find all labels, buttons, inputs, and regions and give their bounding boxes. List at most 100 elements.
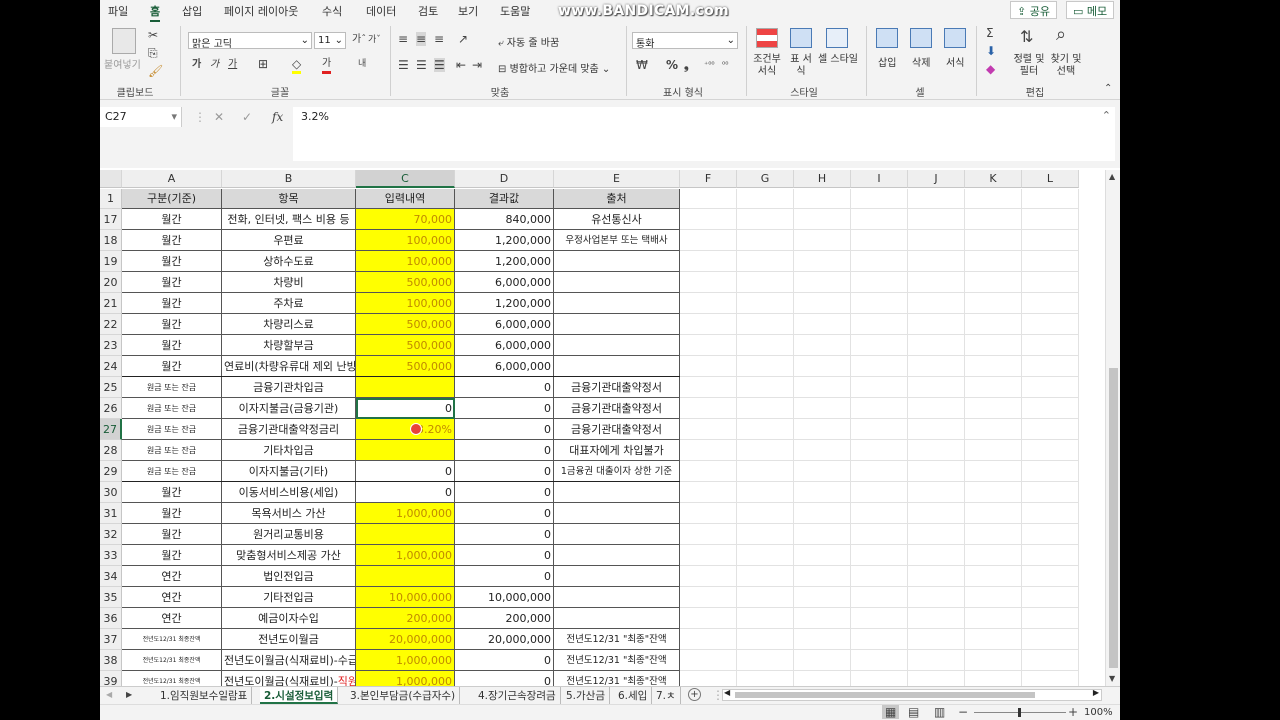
align-right-icon[interactable]: ☰ [434,58,445,72]
category-cell[interactable]: 월간 [122,251,222,272]
empty-cell[interactable] [1022,524,1079,545]
source-cell[interactable] [554,272,680,293]
delete-cells-label[interactable]: 삭제 [912,54,930,69]
input-cell[interactable]: 1,000,000 [356,671,455,686]
row-header[interactable]: 35 [100,587,122,608]
empty-cell[interactable] [965,377,1022,398]
empty-cell[interactable] [851,650,908,671]
wrap-text-button[interactable]: ⤶ 자동 줄 바꿈 [498,34,559,49]
empty-cell[interactable] [680,230,737,251]
item-cell[interactable]: 주차료 [222,293,356,314]
empty-cell[interactable] [851,272,908,293]
empty-cell[interactable] [851,503,908,524]
source-cell[interactable]: 금융기관대출약정서 [554,377,680,398]
input-cell[interactable]: 1,000,000 [356,503,455,524]
zoom-slider-thumb[interactable] [1018,708,1021,717]
empty-cell[interactable] [680,566,737,587]
enter-icon[interactable]: ✓ [242,110,252,124]
empty-cell[interactable] [794,524,851,545]
empty-cell[interactable] [851,482,908,503]
item-cell[interactable]: 기타차입금 [222,440,356,461]
empty-cell[interactable] [1022,482,1079,503]
empty-cell[interactable] [794,209,851,230]
increase-font-icon[interactable]: 가ˆ [352,33,366,47]
name-box[interactable]: C27 ▾ [100,107,182,127]
autosum-icon[interactable]: Σ [986,26,994,40]
item-cell[interactable]: 법인전입금 [222,566,356,587]
align-top-icon[interactable]: ≡ [398,32,408,46]
result-cell[interactable]: 10,000,000 [455,587,554,608]
row-header[interactable]: 36 [100,608,122,629]
input-cell[interactable] [356,566,455,587]
result-cell[interactable]: 0 [455,461,554,482]
empty-cell[interactable] [965,209,1022,230]
row-header[interactable]: 26 [100,398,122,419]
empty-cell[interactable] [1022,545,1079,566]
number-format-select[interactable]: 통화 ⌄ [632,32,738,50]
empty-cell[interactable] [737,335,794,356]
empty-cell[interactable] [680,189,737,209]
cell-styles-icon[interactable] [826,28,848,48]
empty-cell[interactable] [794,671,851,686]
empty-cell[interactable] [1022,671,1079,686]
item-cell[interactable]: 차량리스료 [222,314,356,335]
menu-view[interactable]: 보기 [458,3,478,19]
empty-cell[interactable] [908,272,965,293]
empty-cell[interactable] [737,293,794,314]
empty-cell[interactable] [794,398,851,419]
menu-insert[interactable]: 삽입 [182,3,202,19]
empty-cell[interactable] [908,461,965,482]
result-cell[interactable]: 200,000 [455,608,554,629]
column-header[interactable]: I [851,170,908,188]
column-header[interactable]: G [737,170,794,188]
empty-cell[interactable] [1022,650,1079,671]
empty-cell[interactable] [737,398,794,419]
empty-cell[interactable] [794,272,851,293]
empty-cell[interactable] [794,189,851,209]
empty-cell[interactable] [1022,189,1079,209]
empty-cell[interactable] [737,566,794,587]
result-cell[interactable]: 0 [455,482,554,503]
column-header[interactable]: D [455,170,554,188]
empty-cell[interactable] [1022,503,1079,524]
source-cell[interactable] [554,608,680,629]
empty-cell[interactable] [680,356,737,377]
insert-cells-label[interactable]: 삽입 [878,54,896,69]
menu-home[interactable]: 홈 [150,3,161,22]
empty-cell[interactable] [794,377,851,398]
result-cell[interactable]: 6,000,000 [455,335,554,356]
empty-cell[interactable] [794,482,851,503]
column-header[interactable]: A [122,170,222,188]
row-header[interactable]: 32 [100,524,122,545]
empty-cell[interactable] [1022,251,1079,272]
row-header[interactable]: 17 [100,209,122,230]
item-cell[interactable]: 이동서비스비용(세입) [222,482,356,503]
increase-decimal-icon[interactable]: ⁺⁰⁰ [704,58,715,72]
conditional-format-icon[interactable] [756,28,778,48]
source-cell[interactable]: 전년도12/31 "최종"잔액 [554,671,680,686]
column-header[interactable]: K [965,170,1022,188]
input-cell[interactable]: 500,000 [356,272,455,293]
empty-cell[interactable] [680,482,737,503]
phonetic-icon[interactable]: 내 [358,57,366,71]
source-cell[interactable]: 금융기관대출약정서 [554,419,680,440]
source-cell[interactable]: 유선통신사 [554,209,680,230]
scroll-thumb[interactable] [1109,368,1118,668]
empty-cell[interactable] [794,440,851,461]
row-header[interactable]: 23 [100,335,122,356]
input-cell[interactable] [356,440,455,461]
empty-cell[interactable] [851,251,908,272]
result-cell[interactable]: 6,000,000 [455,314,554,335]
item-cell[interactable]: 맞춤형서비스제공 가산 [222,545,356,566]
item-cell[interactable]: 연료비(차량유류대 제외 난방비등) [222,356,356,377]
source-cell[interactable] [554,335,680,356]
empty-cell[interactable] [794,251,851,272]
empty-cell[interactable] [794,566,851,587]
item-cell[interactable]: 금융기관대출약정금리 [222,419,356,440]
empty-cell[interactable] [1022,314,1079,335]
table-header-cell[interactable]: 항목 [222,189,356,209]
empty-cell[interactable] [908,377,965,398]
empty-cell[interactable] [851,230,908,251]
input-cell[interactable]: 500,000 [356,356,455,377]
empty-cell[interactable] [794,314,851,335]
